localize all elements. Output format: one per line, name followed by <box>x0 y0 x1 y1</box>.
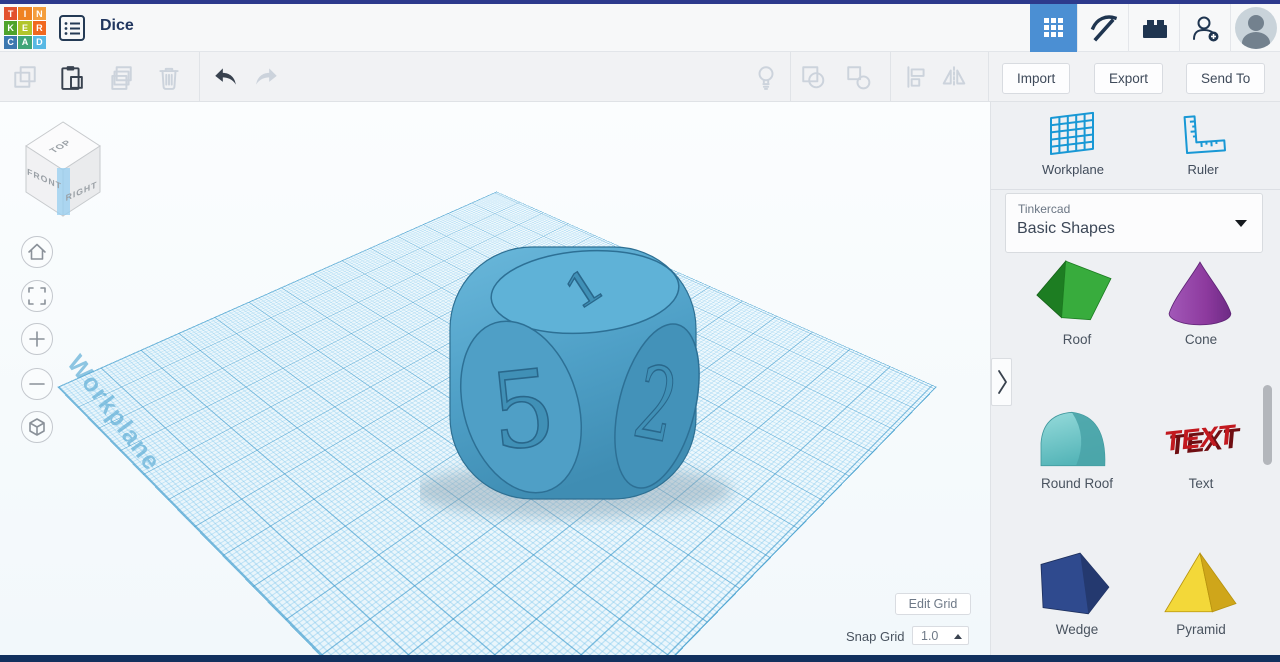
logo-cell: A <box>18 36 31 49</box>
design-properties-button[interactable] <box>57 13 87 43</box>
shapes-panel: Workplane Ruler Tinkercad Basic Shapes R <box>990 102 1280 655</box>
pickaxe-icon <box>1087 12 1119 44</box>
panel-divider <box>991 189 1280 190</box>
header-bar: T I N K E R C A D Dice <box>0 4 1280 52</box>
ruler-tool[interactable]: Ruler <box>1151 110 1255 177</box>
perspective-toggle-button[interactable] <box>21 411 53 443</box>
dice-model[interactable]: 1 5 2 <box>420 225 740 525</box>
invite-button[interactable] <box>1179 4 1230 52</box>
toolbar-separator <box>890 52 891 101</box>
page-title: Dice <box>100 17 134 35</box>
tinkercad-logo[interactable]: T I N K E R C A D <box>4 7 46 49</box>
toolbar-separator <box>988 52 989 101</box>
shape-label: Round Roof <box>1017 476 1137 491</box>
caret-up-icon <box>954 634 962 639</box>
logo-cell: E <box>18 21 31 34</box>
logo-cell: N <box>33 7 46 20</box>
shape-label: Text <box>1141 476 1261 491</box>
export-button[interactable]: Export <box>1094 63 1163 94</box>
toolbar-separator <box>199 52 200 101</box>
person-add-icon <box>1189 12 1221 44</box>
shape-tile-cone[interactable]: Cone <box>1141 258 1261 347</box>
grid-icon <box>1044 18 1064 38</box>
chevron-down-icon <box>1235 220 1247 227</box>
group-button[interactable] <box>800 64 826 90</box>
snap-grid-value: 1.0 <box>921 629 938 643</box>
wedge-shape-icon <box>1027 548 1127 620</box>
tinkercad-app: T I N K E R C A D Dice <box>0 0 1280 662</box>
shape-label: Pyramid <box>1141 622 1261 637</box>
shape-tile-text[interactable]: TEXT TEXT Text <box>1141 402 1261 491</box>
ruler-icon <box>1151 110 1255 160</box>
shape-label: Roof <box>1017 332 1137 347</box>
shape-label: Cone <box>1141 332 1261 347</box>
cone-shape-icon <box>1151 258 1251 330</box>
snap-grid-select[interactable]: 1.0 <box>912 626 969 645</box>
logo-cell: C <box>4 36 17 49</box>
bottom-accent-strip <box>0 655 1280 662</box>
zoom-out-button[interactable] <box>21 368 53 400</box>
shape-label: Wedge <box>1017 622 1137 637</box>
shape-category-dropdown[interactable]: Tinkercad Basic Shapes <box>1005 193 1263 253</box>
avatar <box>1234 6 1278 50</box>
dice-number-left: 5 <box>485 347 561 475</box>
logo-cell: K <box>4 21 17 34</box>
workplane-tool-label: Workplane <box>1021 162 1125 177</box>
edit-toolbar: Import Export Send To <box>0 52 1280 102</box>
shape-tile-round-roof[interactable]: Round Roof <box>1017 402 1137 491</box>
list-icon <box>57 13 87 43</box>
header-right-icons <box>1030 4 1280 52</box>
delete-button[interactable] <box>156 64 182 90</box>
dashboard-button[interactable] <box>1030 4 1077 52</box>
brick-button[interactable] <box>1128 4 1179 52</box>
edit-grid-button[interactable]: Edit Grid <box>895 593 971 615</box>
logo-cell: D <box>33 36 46 49</box>
panel-collapse-button[interactable] <box>991 358 1012 406</box>
shape-tile-wedge[interactable]: Wedge <box>1017 548 1137 637</box>
ruler-tool-label: Ruler <box>1151 162 1255 177</box>
view-cube[interactable]: TOP FRONT RIGHT <box>18 116 110 222</box>
3d-viewport[interactable]: Workplane 1 5 2 <box>0 102 990 655</box>
align-button[interactable] <box>903 64 929 90</box>
minecraft-button[interactable] <box>1077 4 1128 52</box>
toolbar-separator <box>790 52 791 101</box>
copy-button[interactable] <box>12 64 38 90</box>
brick-icon <box>1138 12 1170 44</box>
fit-view-button[interactable] <box>21 280 53 312</box>
undo-button[interactable] <box>212 64 238 90</box>
import-button[interactable]: Import <box>1002 63 1070 94</box>
paste-button[interactable] <box>58 64 84 90</box>
logo-cell: I <box>18 7 31 20</box>
logo-cell: T <box>4 7 17 20</box>
send-to-button[interactable]: Send To <box>1186 63 1265 94</box>
ungroup-button[interactable] <box>845 64 871 90</box>
shape-tile-roof[interactable]: Roof <box>1017 258 1137 347</box>
pyramid-shape-icon <box>1151 548 1251 620</box>
logo-cell: R <box>33 21 46 34</box>
mirror-button[interactable] <box>941 64 967 90</box>
redo-button[interactable] <box>254 64 280 90</box>
round-roof-shape-icon <box>1027 402 1127 474</box>
show-hide-button[interactable] <box>753 64 779 90</box>
roof-shape-icon <box>1027 258 1127 330</box>
workplane-tool[interactable]: Workplane <box>1021 110 1125 177</box>
shape-tile-pyramid[interactable]: Pyramid <box>1141 548 1261 637</box>
view-cube-edge-highlight <box>57 168 70 215</box>
workplane-icon <box>1021 110 1125 160</box>
profile-menu[interactable] <box>1230 4 1280 52</box>
panel-scrollbar-thumb[interactable] <box>1263 385 1272 465</box>
zoom-in-button[interactable] <box>21 323 53 355</box>
duplicate-button[interactable] <box>108 64 134 90</box>
text-shape-icon: TEXT TEXT <box>1151 402 1251 474</box>
chevron-right-icon <box>995 365 1009 399</box>
dropdown-category: Tinkercad <box>1018 202 1070 216</box>
snap-grid-label: Snap Grid <box>846 629 905 644</box>
dropdown-selection: Basic Shapes <box>1017 220 1115 238</box>
home-view-button[interactable] <box>21 236 53 268</box>
